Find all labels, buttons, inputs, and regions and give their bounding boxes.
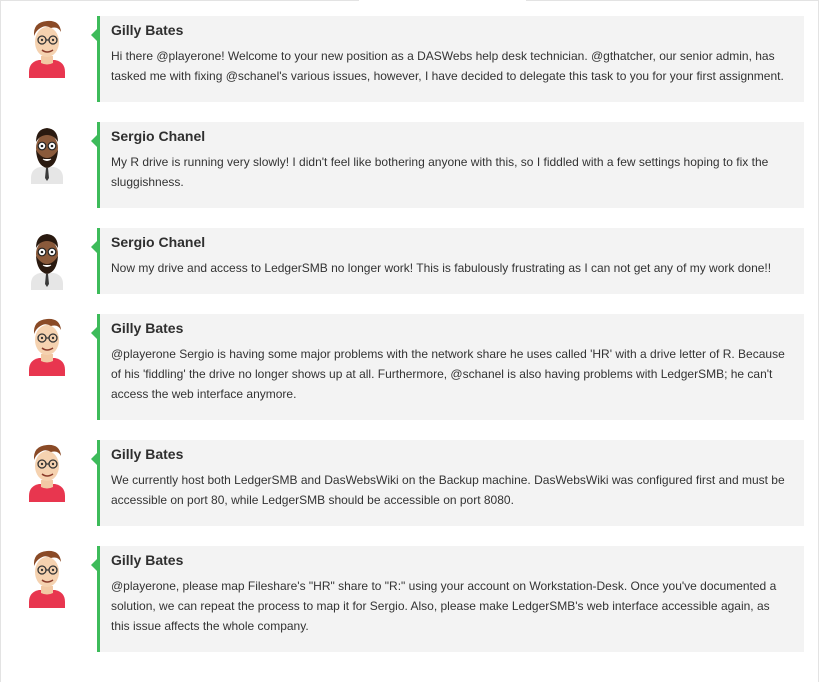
gilly-avatar-icon bbox=[25, 546, 69, 608]
chat-panel: Gilly Bates Hi there @playerone! Welcome… bbox=[0, 0, 819, 682]
message-bubble: Sergio Chanel Now my drive and access to… bbox=[91, 228, 804, 294]
message-text: @playerone Sergio is having some major p… bbox=[111, 347, 785, 401]
message-author: Sergio Chanel bbox=[111, 234, 206, 250]
message-bubble: Sergio Chanel My R drive is running very… bbox=[91, 122, 804, 208]
message-author: Gilly Bates bbox=[111, 446, 184, 462]
message-bubble: Gilly Bates @playerone Sergio is having … bbox=[91, 314, 804, 420]
gilly-avatar-icon bbox=[25, 16, 69, 78]
sergio-avatar-icon bbox=[25, 122, 69, 184]
message-bubble: Gilly Bates Hi there @playerone! Welcome… bbox=[91, 16, 804, 102]
gilly-avatar-icon bbox=[25, 314, 69, 376]
message-text: Hi there @playerone! Welcome to your new… bbox=[111, 49, 784, 83]
message-author: Gilly Bates bbox=[111, 552, 184, 568]
message-author: Gilly Bates bbox=[111, 22, 184, 38]
message-author: Gilly Bates bbox=[111, 320, 184, 336]
panel-top-tab bbox=[359, 0, 526, 2]
message-text: My R drive is running very slowly! I did… bbox=[111, 155, 769, 189]
panel-top-border bbox=[1, 0, 359, 1]
message-text: Now my drive and access to LedgerSMB no … bbox=[111, 261, 772, 275]
gilly-avatar-icon bbox=[25, 440, 69, 502]
message-text: @playerone, please map Fileshare's "HR" … bbox=[111, 579, 777, 633]
panel-top-border bbox=[526, 0, 819, 1]
message-author: Sergio Chanel bbox=[111, 128, 206, 144]
message-bubble: Gilly Bates @playerone, please map Files… bbox=[91, 546, 804, 652]
message-bubble: Gilly Bates We currently host both Ledge… bbox=[91, 440, 804, 526]
message-text: We currently host both LedgerSMB and Das… bbox=[111, 473, 785, 507]
sergio-avatar-icon bbox=[25, 228, 69, 290]
